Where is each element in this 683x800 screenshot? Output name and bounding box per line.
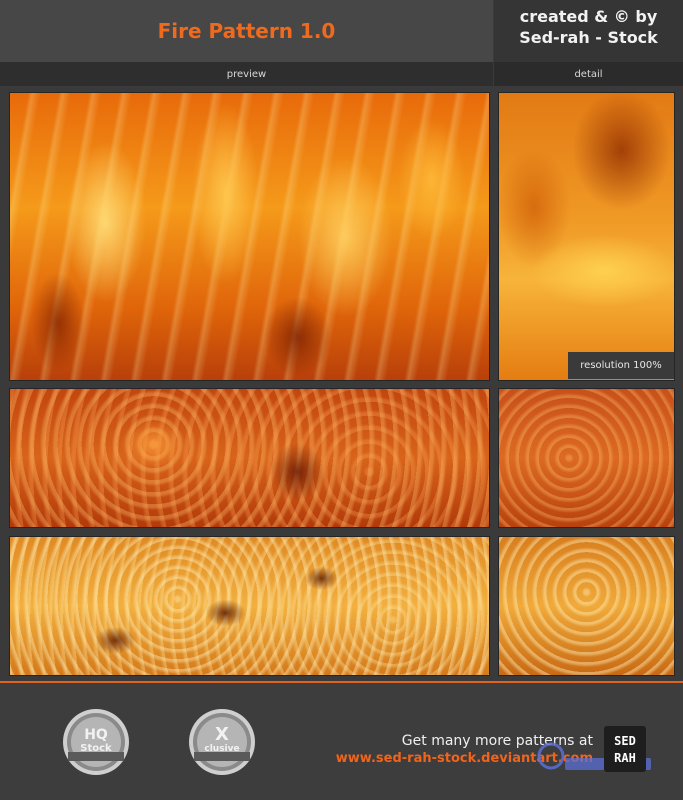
fire-detail-2 [499,389,674,527]
xclusive-badge-icon: X clusive [189,709,255,775]
credit-text: created & © by Sed-rah - Stock [494,6,683,48]
resolution-label: resolution 100% [568,352,674,379]
detail-label-bar: detail [494,62,683,86]
logo-text-2: RAH [614,751,636,765]
badge-x-bottom: clusive [204,744,239,754]
logo-text-1: SED [614,734,636,748]
hq-stock-badge-icon: HQ Stock [63,709,129,775]
sed-rah-logo-icon: SED RAH [604,726,646,772]
preview-label-bar: preview [0,62,493,86]
badge-hq-top: HQ [84,727,108,743]
preview-label: preview [226,68,267,80]
fire-preview-3 [10,537,489,675]
credit-line-1: created & © by [519,7,658,26]
fire-detail-1 [499,93,674,380]
page-title: Fire Pattern 1.0 [157,19,336,43]
fire-preview-2 [10,389,489,527]
badge-x-top: X [215,724,229,745]
fire-detail-3 [499,537,674,675]
badge-hq-bottom: Stock [80,743,112,754]
fire-preview-1 [10,93,489,380]
credit-line-2: Sed-rah - Stock [519,28,658,47]
footer-accent-line [0,681,683,683]
detail-label: detail [574,68,603,80]
